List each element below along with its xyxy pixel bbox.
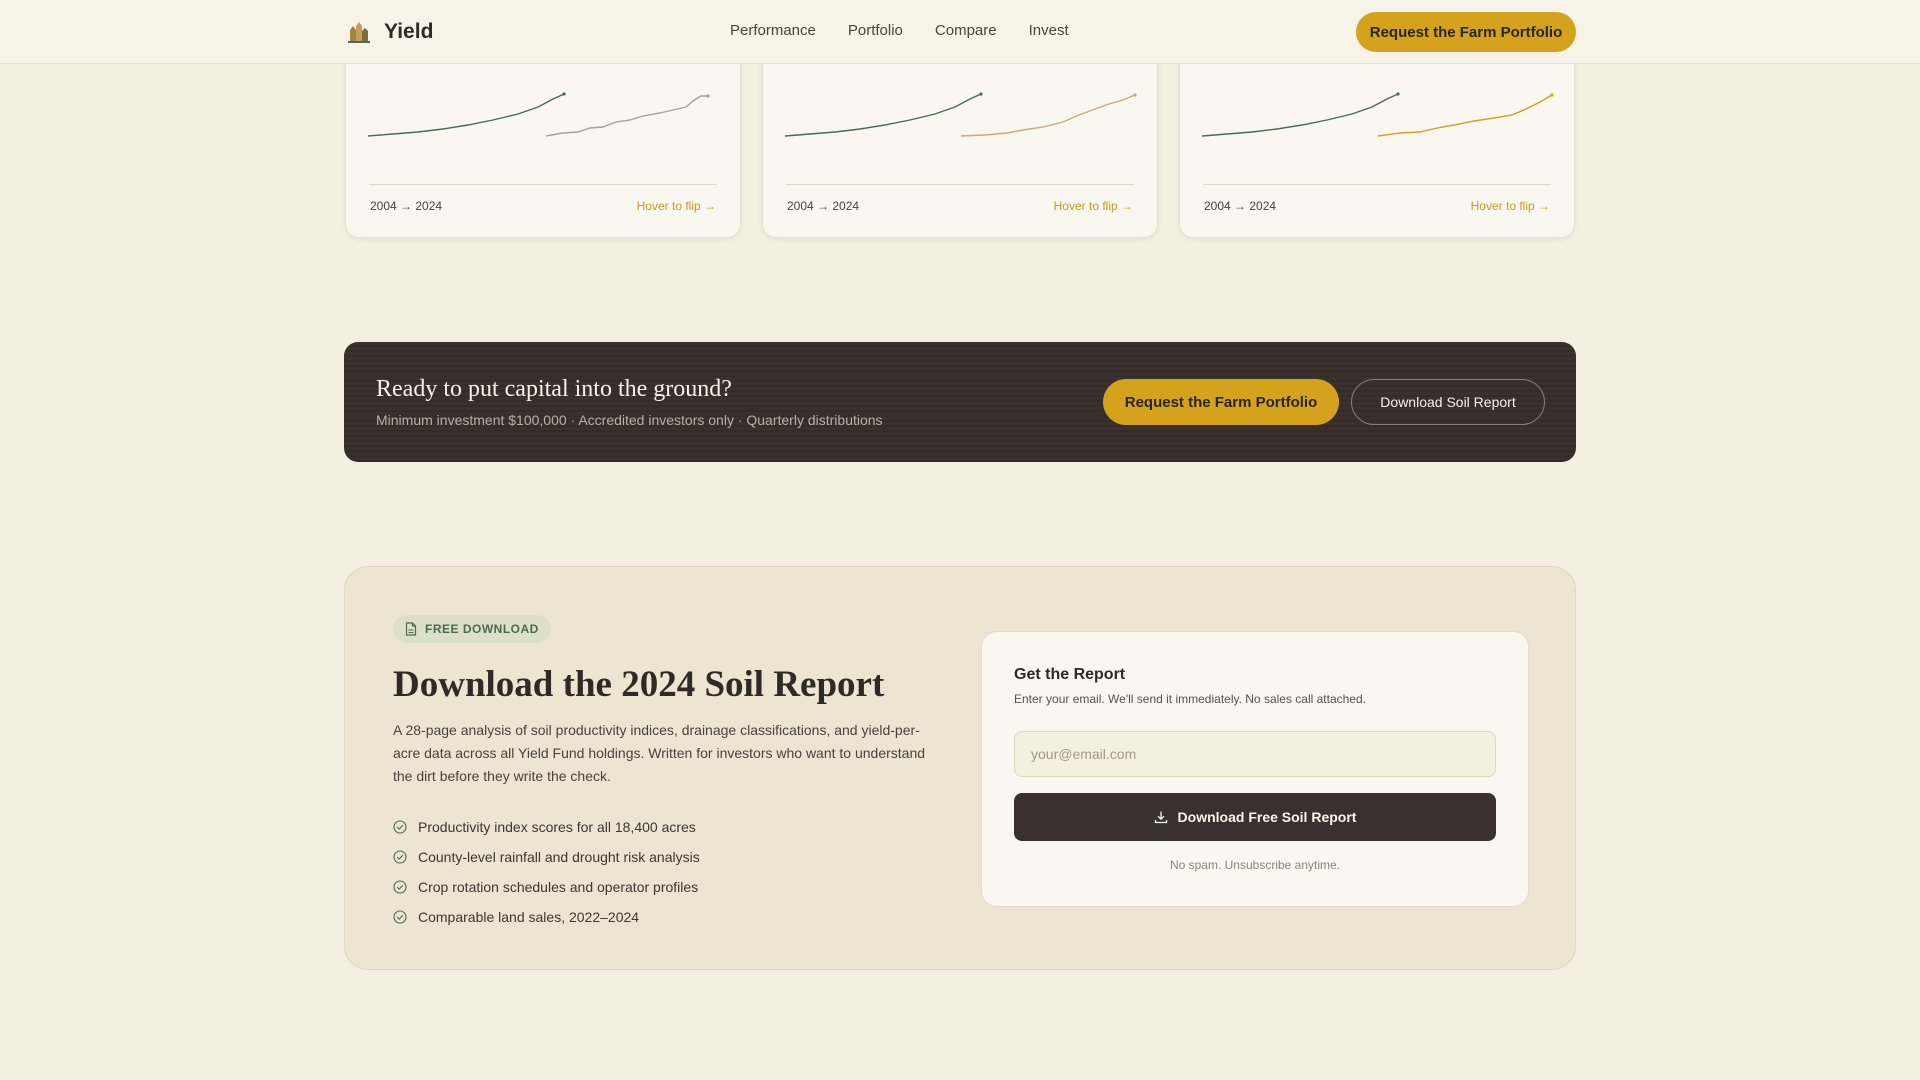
wheat-logo-icon bbox=[348, 22, 370, 43]
nav-performance[interactable]: Performance bbox=[730, 22, 816, 39]
request-portfolio-button[interactable]: Request the Farm Portfolio bbox=[1356, 12, 1576, 52]
hover-flip-hint[interactable]: Hover to flip → bbox=[1054, 199, 1133, 213]
cta-banner-subtitle: Minimum investment $100,000 · Accredited… bbox=[376, 412, 883, 428]
list-item: Comparable land sales, 2022–2024 bbox=[393, 902, 700, 932]
nav-invest[interactable]: Invest bbox=[1029, 22, 1069, 39]
check-circle-icon bbox=[393, 820, 407, 834]
form-footnote: No spam. Unsubscribe anytime. bbox=[1169, 858, 1341, 872]
list-item-text: Productivity index scores for all 18,400… bbox=[418, 819, 696, 835]
hover-flip-hint[interactable]: Hover to flip → bbox=[1471, 199, 1550, 213]
sparkline-pair bbox=[785, 92, 1137, 137]
section-title: Download the 2024 Soil Report bbox=[393, 664, 885, 705]
main-nav: Performance Portfolio Compare Invest bbox=[730, 22, 1069, 39]
card-divider bbox=[369, 184, 717, 185]
download-button-label: Download Free Soil Report bbox=[1177, 809, 1357, 825]
nav-portfolio[interactable]: Portfolio bbox=[848, 22, 903, 39]
sparkline-pair bbox=[368, 92, 710, 137]
date-range: 2004 → 2024 bbox=[1204, 199, 1277, 213]
check-circle-icon bbox=[393, 910, 407, 924]
email-field[interactable] bbox=[1014, 731, 1496, 777]
check-circle-icon bbox=[393, 880, 407, 894]
report-contents-list: Productivity index scores for all 18,400… bbox=[393, 812, 700, 932]
request-portfolio-button[interactable]: Request the Farm Portfolio bbox=[1103, 379, 1339, 425]
download-free-report-button[interactable]: Download Free Soil Report bbox=[1014, 793, 1496, 841]
nav-compare[interactable]: Compare bbox=[935, 22, 997, 39]
section-description: A 28-page analysis of soil productivity … bbox=[393, 722, 926, 784]
date-range: 2004 → 2024 bbox=[787, 199, 860, 213]
download-soil-report-button[interactable]: Download Soil Report bbox=[1351, 379, 1545, 425]
cta-banner: Ready to put capital into the ground? Mi… bbox=[344, 342, 1576, 462]
hover-flip-hint[interactable]: Hover to flip → bbox=[637, 199, 716, 213]
free-download-badge: FREE DOWNLOAD bbox=[393, 615, 551, 643]
document-icon bbox=[405, 622, 417, 636]
list-item: County-level rainfall and drought risk a… bbox=[393, 842, 700, 872]
download-icon bbox=[1154, 811, 1167, 824]
check-circle-icon bbox=[393, 850, 407, 864]
brand-name: Yield bbox=[384, 20, 434, 43]
date-range: 2004 → 2024 bbox=[370, 199, 443, 213]
list-item: Crop rotation schedules and operator pro… bbox=[393, 872, 700, 902]
cta-banner-title: Ready to put capital into the ground? bbox=[376, 376, 732, 402]
report-signup-form: Get the Report Enter your email. We'll s… bbox=[981, 631, 1529, 907]
soil-report-section: FREE DOWNLOAD Download the 2024 Soil Rep… bbox=[344, 566, 1576, 970]
card-divider bbox=[1203, 184, 1551, 185]
brand[interactable]: Yield bbox=[344, 18, 433, 46]
top-navigation: Yield Performance Portfolio Compare Inve… bbox=[0, 0, 1920, 64]
list-item: Productivity index scores for all 18,400… bbox=[393, 812, 700, 842]
card-divider bbox=[786, 184, 1134, 185]
sparkline-pair bbox=[1202, 92, 1554, 137]
list-item-text: County-level rainfall and drought risk a… bbox=[418, 849, 700, 865]
badge-label: FREE DOWNLOAD bbox=[425, 622, 539, 636]
form-title: Get the Report bbox=[1014, 666, 1126, 683]
list-item-text: Crop rotation schedules and operator pro… bbox=[418, 879, 699, 895]
list-item-text: Comparable land sales, 2022–2024 bbox=[418, 909, 640, 925]
form-subtitle: Enter your email. We'll send it immediat… bbox=[1014, 692, 1366, 706]
